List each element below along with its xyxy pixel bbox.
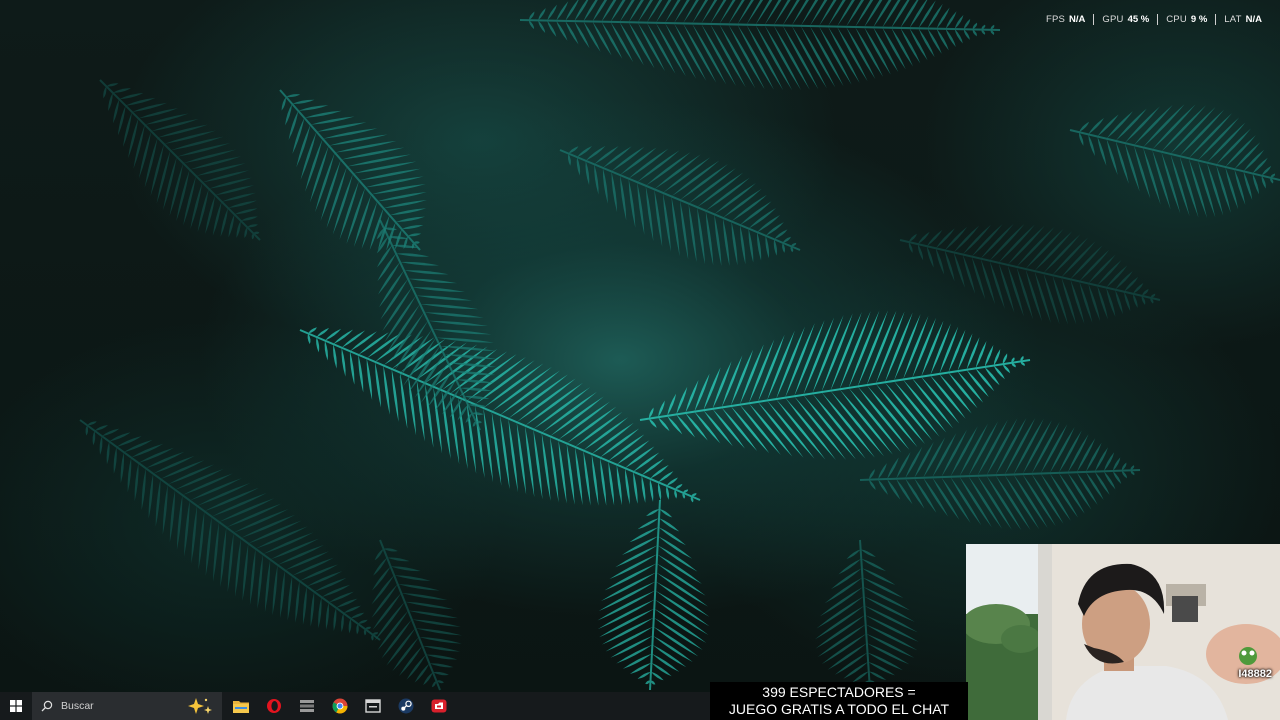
taskbar-app-red-game[interactable] bbox=[422, 692, 455, 720]
fps-readout: FPS N/A bbox=[1038, 14, 1093, 25]
taskbar-app-steam[interactable] bbox=[389, 692, 422, 720]
latency-readout: LAT N/A bbox=[1215, 13, 1270, 25]
windows-start-icon bbox=[10, 700, 22, 712]
taskbar-app-launcher[interactable] bbox=[290, 692, 323, 720]
gpu-label: GPU bbox=[1102, 13, 1124, 25]
file-explorer-icon bbox=[232, 701, 249, 713]
taskbar-app-desktop[interactable] bbox=[356, 692, 389, 720]
taskbar-app-opera-gx[interactable] bbox=[257, 692, 290, 720]
taskbar-app-chrome[interactable] bbox=[323, 692, 356, 720]
caption-line-2: JUEGO GRATIS A TODO EL CHAT bbox=[728, 701, 950, 717]
webcam-badge: I48882 bbox=[1238, 668, 1272, 680]
caption-line-1: 399 ESPECTADORES = bbox=[762, 684, 916, 700]
red-game-app-icon bbox=[431, 699, 446, 713]
cpu-readout: CPU 9 % bbox=[1157, 13, 1215, 25]
performance-overlay: FPS N/A GPU 45 % CPU 9 % LAT N/A bbox=[1038, 12, 1270, 26]
cpu-label: CPU bbox=[1166, 13, 1187, 25]
launcher-icon bbox=[299, 700, 314, 712]
desktop-app-icon bbox=[364, 699, 381, 713]
latency-value: N/A bbox=[1245, 13, 1262, 25]
search-placeholder: Buscar bbox=[61, 700, 94, 712]
webcam-overlay: I48882 bbox=[966, 544, 1280, 720]
fps-label: FPS bbox=[1045, 13, 1066, 25]
stream-caption: 399 ESPECTADORES = JUEGO GRATIS A TODO E… bbox=[710, 682, 968, 720]
taskbar-app-file-explorer[interactable] bbox=[224, 692, 257, 720]
gpu-value: 45 % bbox=[1127, 13, 1150, 25]
search-icon bbox=[41, 700, 53, 712]
webcam-feed-image bbox=[966, 544, 1280, 720]
gpu-readout: GPU 45 % bbox=[1093, 13, 1157, 25]
steam-icon bbox=[398, 698, 413, 714]
taskbar-search-box[interactable]: Buscar bbox=[32, 692, 222, 720]
sparkle-icon bbox=[188, 698, 212, 714]
latency-label: LAT bbox=[1224, 13, 1242, 25]
start-button[interactable] bbox=[0, 692, 32, 720]
chrome-icon bbox=[332, 698, 347, 714]
opera-gx-icon bbox=[266, 699, 281, 713]
fps-value: N/A bbox=[1069, 13, 1086, 25]
cpu-value: 9 % bbox=[1190, 13, 1208, 25]
pinned-apps bbox=[224, 692, 455, 720]
